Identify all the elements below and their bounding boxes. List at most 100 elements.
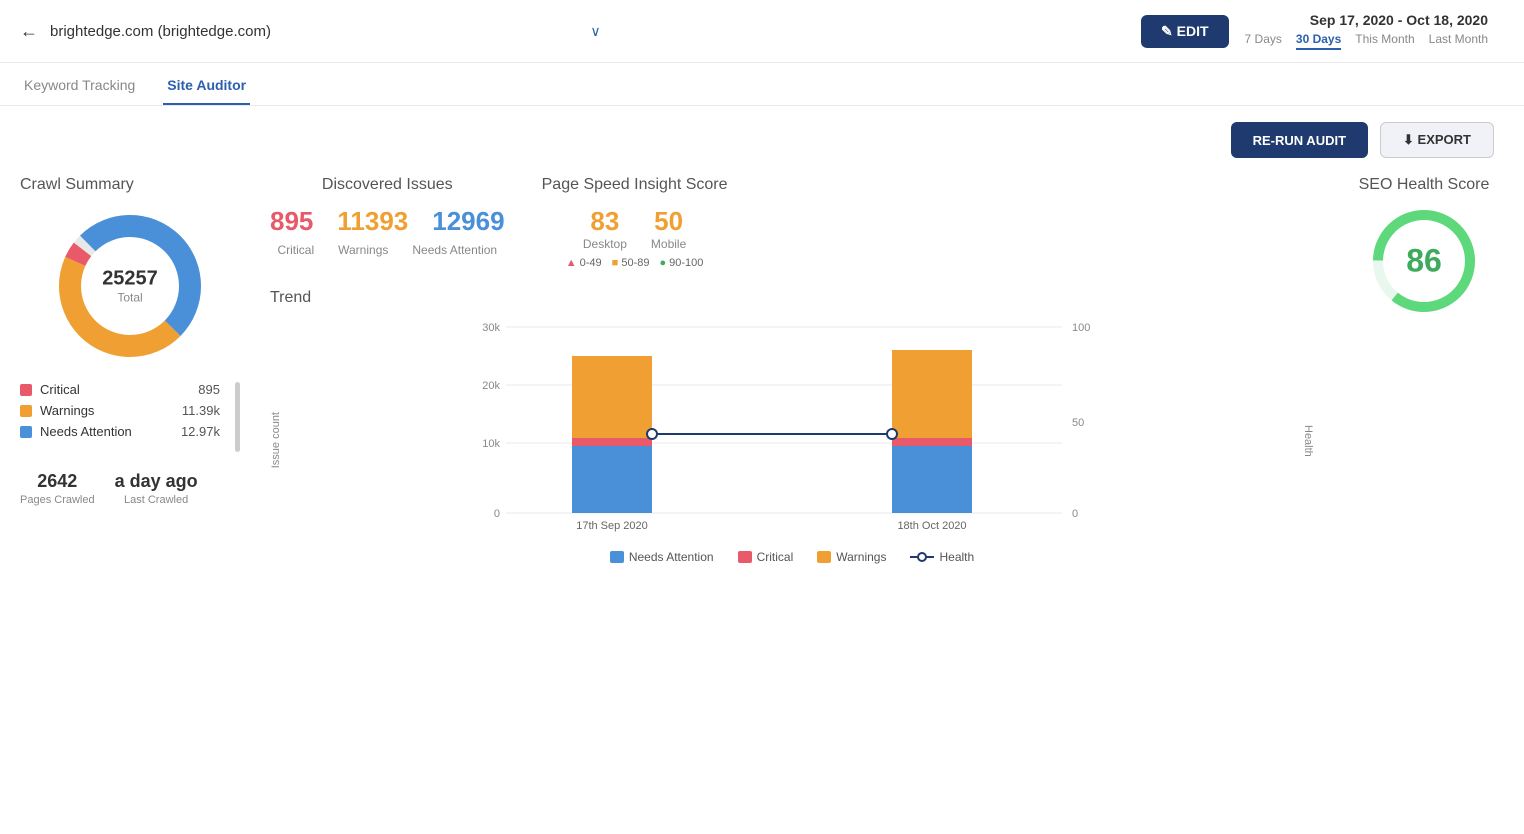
rerun-audit-button[interactable]: RE-RUN AUDIT: [1231, 122, 1368, 158]
svg-text:0: 0: [494, 508, 500, 520]
trend-title: Trend: [270, 289, 1314, 307]
bar1-warnings: [572, 356, 652, 438]
warnings-chart-label: Warnings: [836, 550, 886, 564]
seo-health-panel: SEO Health Score 86: [1344, 176, 1504, 564]
crawl-summary-title: Crawl Summary: [20, 176, 240, 194]
bar2-needs-attention: [892, 446, 972, 513]
legend-health-line: Health: [910, 550, 974, 564]
y-axis-label: Issue count: [270, 412, 282, 468]
pages-crawled-num: 2642: [20, 471, 95, 492]
tab-keyword-tracking[interactable]: Keyword Tracking: [20, 67, 139, 105]
critical-legend-val: 895: [198, 382, 220, 397]
seo-health-title: SEO Health Score: [1344, 176, 1504, 194]
donut-center: 25257 Total: [102, 268, 158, 305]
discovered-issues-title: Discovered Issues: [270, 176, 505, 194]
discovered-issues-panel: Discovered Issues 895 11393 12969 Critic…: [270, 176, 505, 269]
tab-site-auditor[interactable]: Site Auditor: [163, 67, 250, 105]
seo-score-value: 86: [1406, 243, 1442, 280]
desktop-score: 83: [583, 206, 627, 237]
svg-text:18th Oct 2020: 18th Oct 2020: [897, 520, 966, 532]
legend-warnings-bar: Warnings: [817, 550, 886, 564]
issues-numbers: 895 11393 12969: [270, 206, 505, 237]
last-crawled-label: Last Crawled: [115, 494, 198, 506]
crawl-stats: 2642 Pages Crawled a day ago Last Crawle…: [20, 459, 240, 506]
pages-crawled-stat: 2642 Pages Crawled: [20, 471, 95, 506]
last-crawled-num: a day ago: [115, 471, 198, 492]
speed-circle-icon: ●: [659, 257, 666, 269]
needs-attention-color-dot: [20, 426, 32, 438]
bar1-needs-attention: [572, 446, 652, 513]
total-count: 25257: [102, 268, 158, 291]
filter-7days[interactable]: 7 Days: [1245, 32, 1282, 50]
header: ← brightedge.com (brightedge.com) ∨ ✎ ED…: [0, 0, 1524, 63]
scrollbar[interactable]: [235, 382, 240, 452]
svg-text:0: 0: [1072, 508, 1078, 520]
legend-warnings: Warnings 11.39k: [20, 403, 220, 418]
attention-issue-count: 12969: [432, 206, 504, 237]
speed-range-high: 90-100: [669, 257, 703, 269]
svg-text:20k: 20k: [482, 380, 500, 392]
speed-legend-green: ● 90-100: [659, 257, 703, 269]
needs-attention-chart-label: Needs Attention: [629, 550, 714, 564]
last-crawled-stat: a day ago Last Crawled: [115, 471, 198, 506]
date-range: Sep 17, 2020 - Oct 18, 2020: [1245, 12, 1488, 28]
bar2-critical: [892, 438, 972, 446]
desktop-label: Desktop: [583, 237, 627, 251]
speed-triangle-icon: ▲: [566, 257, 577, 269]
critical-issue-count: 895: [270, 206, 313, 237]
legend-needs-attention-bar: Needs Attention: [610, 550, 714, 564]
filter-last-month[interactable]: Last Month: [1429, 32, 1488, 50]
mobile-label: Mobile: [651, 237, 686, 251]
needs-attention-legend-val: 12.97k: [181, 424, 220, 439]
svg-text:17th Sep 2020: 17th Sep 2020: [576, 520, 648, 532]
speed-range-mid: 50-89: [621, 257, 649, 269]
main-content: Crawl Summary 25257 Total: [0, 166, 1524, 574]
filter-this-month[interactable]: This Month: [1355, 32, 1414, 50]
crawl-summary-panel: Crawl Summary 25257 Total: [20, 176, 240, 564]
critical-swatch: [738, 551, 752, 563]
edit-button[interactable]: ✎ EDIT: [1141, 15, 1229, 48]
action-row: RE-RUN AUDIT ⬇ EXPORT: [0, 106, 1524, 166]
warnings-color-dot: [20, 405, 32, 417]
svg-text:100: 100: [1072, 322, 1090, 334]
warnings-legend-label: Warnings: [40, 403, 94, 418]
crawl-legend: Critical 895 Warnings 11.39k Needs Atten…: [20, 382, 240, 439]
back-button[interactable]: ←: [20, 21, 38, 42]
mobile-score: 50: [651, 206, 686, 237]
critical-chart-label: Critical: [757, 550, 794, 564]
health-chart-label: Health: [939, 550, 974, 564]
y-right-axis-label: Health: [1302, 425, 1314, 457]
svg-text:10k: 10k: [482, 438, 500, 450]
total-label: Total: [102, 291, 158, 305]
page-speed-title: Page Speed Insight Score: [535, 176, 735, 194]
speed-range-low: 0-49: [580, 257, 602, 269]
bar1-critical: [572, 438, 652, 446]
trend-panel: Trend Issue count 30k 20k 10k 0: [260, 289, 1324, 564]
critical-legend-label: Critical: [40, 382, 80, 397]
needs-attention-legend-label: Needs Attention: [40, 424, 132, 439]
legend-critical: Critical 895: [20, 382, 220, 397]
legend-needs-attention: Needs Attention 12.97k: [20, 424, 220, 439]
health-line-icon: [910, 551, 934, 563]
bar2-warnings: [892, 350, 972, 438]
site-title: brightedge.com (brightedge.com): [50, 23, 590, 40]
dropdown-arrow-icon[interactable]: ∨: [590, 23, 600, 40]
top-metrics: Discovered Issues 895 11393 12969 Critic…: [260, 176, 1324, 269]
filter-30days[interactable]: 30 Days: [1296, 32, 1341, 50]
tab-bar: Keyword Tracking Site Auditor: [0, 67, 1524, 106]
warnings-issue-label: Warnings: [338, 243, 388, 257]
warnings-legend-val: 11.39k: [182, 403, 220, 418]
warnings-issue-count: 11393: [337, 206, 408, 237]
speed-numbers: 83 Desktop 50 Mobile: [535, 206, 735, 251]
desktop-speed: 83 Desktop: [583, 206, 627, 251]
speed-square-icon: ■: [612, 257, 619, 269]
date-filter-group: 7 Days 30 Days This Month Last Month: [1245, 32, 1488, 50]
page-speed-panel: Page Speed Insight Score 83 Desktop 50 M…: [535, 176, 735, 269]
attention-issue-label: Needs Attention: [412, 243, 497, 257]
speed-legend-orange: ■ 50-89: [612, 257, 650, 269]
health-dot-1: [647, 429, 657, 439]
warnings-swatch: [817, 551, 831, 563]
export-button[interactable]: ⬇ EXPORT: [1380, 122, 1494, 158]
bar-chart-wrapper: 30k 20k 10k 0: [286, 317, 1298, 564]
critical-issue-label: Critical: [277, 243, 314, 257]
